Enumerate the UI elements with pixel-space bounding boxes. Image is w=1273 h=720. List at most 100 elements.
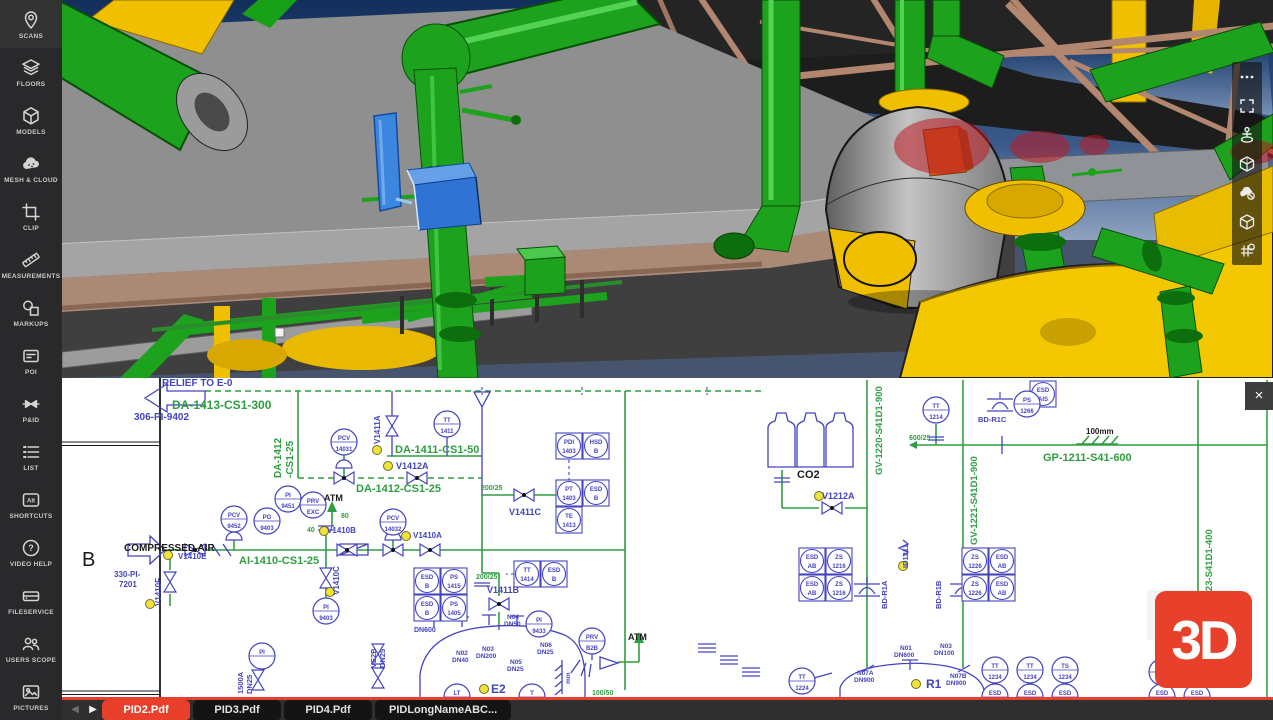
sidebar-item-list[interactable]: LIST (0, 432, 62, 480)
shapes-icon (20, 297, 42, 319)
svg-text:1234: 1234 (1023, 675, 1037, 681)
svg-text:N05: N05 (510, 659, 522, 666)
svg-text:DN25: DN25 (378, 649, 387, 668)
svg-text:ZS: ZS (971, 582, 979, 588)
sidebar-item-video-help[interactable]: ? VIDEO HELP (0, 528, 62, 576)
location-pin-icon (20, 9, 42, 31)
box-view-button[interactable] (1232, 149, 1262, 178)
svg-text:N03: N03 (940, 643, 952, 650)
users-icon (20, 633, 42, 655)
svg-text:PDI: PDI (564, 440, 574, 446)
more-button[interactable] (1232, 62, 1262, 91)
svg-text:?: ? (28, 543, 34, 553)
svg-text:7201: 7201 (119, 580, 137, 589)
sidebar-item-label: SHORTCUTS (9, 513, 52, 520)
svg-text:9403: 9403 (260, 526, 274, 532)
svg-text:V1212A: V1212A (822, 491, 855, 501)
tabs-scroll-left-button[interactable]: ◀ (66, 700, 84, 719)
svg-text:200/25: 200/25 (476, 574, 498, 581)
svg-text:V1410B: V1410B (327, 526, 356, 535)
svg-text:B2B: B2B (586, 646, 599, 652)
sidebar-item-measurements[interactable]: MEASUREMENTS (0, 240, 62, 288)
svg-text:14032: 14032 (385, 527, 402, 533)
sidebar-item-pictures[interactable]: PICTURES (0, 672, 62, 720)
svg-text:PS: PS (1023, 398, 1031, 404)
svg-text:ESD: ESD (996, 582, 1009, 588)
svg-text:1226: 1226 (968, 564, 982, 570)
point-cloud-button[interactable] (1232, 178, 1262, 207)
main-area: PDI1403HSDBPT1403ESDBTE1413TT1414ESDBESD… (62, 0, 1273, 720)
tab-pid4[interactable]: PID4.Pdf (284, 700, 372, 720)
svg-text:ATM: ATM (628, 632, 647, 642)
svg-text:ZS: ZS (835, 555, 843, 561)
close-pid-button[interactable]: × (1245, 382, 1273, 410)
pid-drawing: PDI1403HSDBPT1403ESDBTE1413TT1414ESDBESD… (62, 378, 1273, 697)
walk-mode-button[interactable] (1232, 120, 1262, 149)
svg-text:PS: PS (450, 602, 458, 608)
svg-text:1216: 1216 (832, 564, 846, 570)
svg-text:R1: R1 (926, 677, 942, 691)
tab-pid2[interactable]: PID2.Pdf (102, 700, 190, 720)
svg-text:14031: 14031 (336, 447, 353, 453)
tab-pid-long-name[interactable]: PIDLongNameABC... (375, 700, 511, 720)
svg-text:1224: 1224 (795, 686, 809, 692)
svg-text:ESD: ESD (806, 582, 819, 588)
viewport-3d[interactable] (62, 0, 1273, 378)
sidebar-item-pid[interactable]: P&ID (0, 384, 62, 432)
ruler-icon (20, 249, 42, 271)
svg-text:AB: AB (808, 591, 817, 597)
tabs-scroll-right-button[interactable]: ▶ (84, 700, 102, 719)
svg-text:DA-1412-CS1-25: DA-1412-CS1-25 (356, 483, 441, 495)
svg-text:PI: PI (536, 618, 542, 624)
svg-text:200/25: 200/25 (481, 485, 503, 492)
svg-text:306-PI-9402: 306-PI-9402 (134, 412, 189, 423)
svg-text:GV-1221-S41D1-900: GV-1221-S41D1-900 (969, 456, 980, 545)
svg-text:ESD: ESD (421, 602, 434, 608)
sidebar-item-clip[interactable]: CLIP (0, 192, 62, 240)
grid-measure-button[interactable] (1232, 236, 1262, 265)
svg-text:V1410A: V1410A (413, 531, 442, 540)
pid-panel[interactable]: PDI1403HSDBPT1403ESDBTE1413TT1414ESDBESD… (62, 378, 1273, 697)
svg-text:GV-1220-S41D1-900: GV-1220-S41D1-900 (874, 386, 885, 475)
svg-text:E2: E2 (491, 682, 506, 696)
model-cube-icon (1237, 212, 1257, 232)
fullscreen-icon (1237, 96, 1257, 116)
sidebar-item-scans[interactable]: SCANS (0, 0, 62, 48)
sidebar-item-floors[interactable]: FLOORS (0, 48, 62, 96)
svg-text:BD-R1A: BD-R1A (880, 580, 889, 609)
sidebar-item-shortcuts[interactable]: Alt SHORTCUTS (0, 480, 62, 528)
sidebar-item-users-scope[interactable]: USERS SCOPE (0, 624, 62, 672)
svg-text:DN40: DN40 (452, 657, 469, 664)
tab-pid3[interactable]: PID3.Pdf (193, 700, 281, 720)
svg-text:TE: TE (565, 514, 573, 520)
model-cube-button[interactable] (1232, 207, 1262, 236)
svg-text:V1410F: V1410F (154, 578, 163, 606)
sidebar-item-markups[interactable]: MARKUPS (0, 288, 62, 336)
image-icon (20, 681, 42, 703)
sidebar-item-fileservice[interactable]: FILESERVICE (0, 576, 62, 624)
svg-text:mm: mm (565, 672, 572, 684)
svg-text:PS: PS (450, 575, 458, 581)
cloud-icon (20, 153, 42, 175)
valve-icon (20, 393, 42, 415)
svg-text:1234: 1234 (988, 675, 1002, 681)
fullscreen-button[interactable] (1232, 91, 1262, 120)
sidebar-item-poi[interactable]: POI (0, 336, 62, 384)
svg-text:N07B: N07B (950, 673, 967, 680)
sidebar-item-mesh-cloud[interactable]: MESH & CLOUD (0, 144, 62, 192)
svg-text:AI-1410-CS1-25: AI-1410-CS1-25 (239, 555, 319, 567)
svg-text:VE2B: VE2B (369, 648, 378, 668)
point-cloud-icon (1237, 183, 1257, 203)
svg-text:ESD: ESD (1037, 388, 1050, 394)
svg-text:AB: AB (998, 564, 1007, 570)
svg-text:HSD: HSD (590, 440, 603, 446)
sidebar-item-models[interactable]: MODELS (0, 96, 62, 144)
svg-text:TT: TT (443, 418, 451, 424)
cube-icon (20, 105, 42, 127)
svg-text:ESD: ESD (996, 555, 1009, 561)
svg-text:DN25: DN25 (537, 649, 554, 656)
svg-text:DN600: DN600 (894, 652, 915, 659)
svg-text:DA-1412: DA-1412 (273, 438, 284, 478)
svg-text:1415: 1415 (447, 584, 461, 590)
sidebar-item-label: VIDEO HELP (10, 561, 52, 568)
